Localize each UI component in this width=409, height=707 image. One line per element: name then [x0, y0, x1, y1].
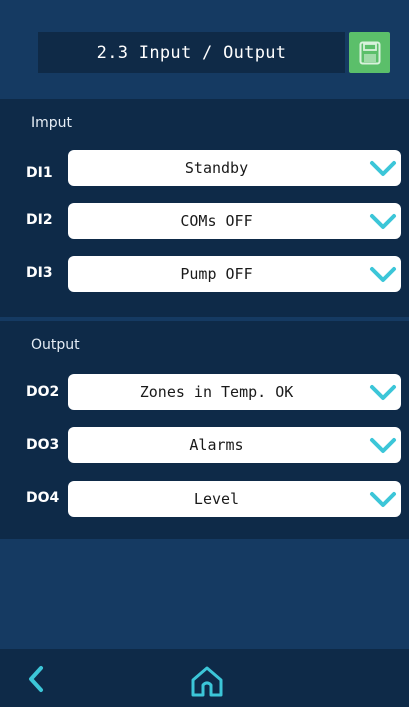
di3-label: DI3	[26, 265, 53, 281]
chevron-down-icon	[365, 481, 401, 517]
chevron-down-icon	[365, 203, 401, 239]
di1-value: Standby	[184, 159, 249, 177]
chevron-down-icon	[365, 374, 401, 410]
home-icon	[191, 666, 223, 697]
header: 2.3 Input / Output	[0, 0, 409, 96]
output-section: Output DO2 Zones in Temp. OK DO3 Alarms …	[0, 321, 409, 539]
do2-label: DO2	[26, 384, 60, 400]
page-title: 2.3 Input / Output	[38, 32, 345, 73]
do4-label: DO4	[26, 490, 60, 506]
do4-select[interactable]: Level	[68, 481, 401, 517]
chevron-down-icon	[365, 150, 401, 186]
bottom-nav-bar	[0, 649, 409, 707]
input-section-title: Imput	[31, 115, 73, 131]
back-button[interactable]	[22, 664, 50, 694]
save-button[interactable]	[349, 32, 390, 73]
di3-select[interactable]: Pump OFF	[68, 256, 401, 292]
do2-value: Zones in Temp. OK	[139, 383, 294, 401]
di2-label: DI2	[26, 212, 53, 228]
chevron-down-icon	[365, 256, 401, 292]
empty-area	[0, 539, 409, 649]
home-button[interactable]	[188, 663, 226, 699]
do3-value: Alarms	[189, 436, 244, 454]
do3-select[interactable]: Alarms	[68, 427, 401, 463]
chevron-down-icon	[365, 427, 401, 463]
chevron-left-icon	[29, 666, 43, 692]
floppy-disk-icon	[359, 41, 380, 64]
do3-label: DO3	[26, 437, 60, 453]
di2-select[interactable]: COMs OFF	[68, 203, 401, 239]
di2-value: COMs OFF	[180, 212, 253, 230]
do2-select[interactable]: Zones in Temp. OK	[68, 374, 401, 410]
di1-select[interactable]: Standby	[68, 150, 401, 186]
input-section: Imput DI1 Standby DI2 COMs OFF DI3 Pump …	[0, 99, 409, 317]
di3-value: Pump OFF	[180, 265, 253, 283]
di1-label: DI1	[26, 165, 53, 181]
output-section-title: Output	[31, 337, 80, 353]
do4-value: Level	[193, 490, 240, 508]
